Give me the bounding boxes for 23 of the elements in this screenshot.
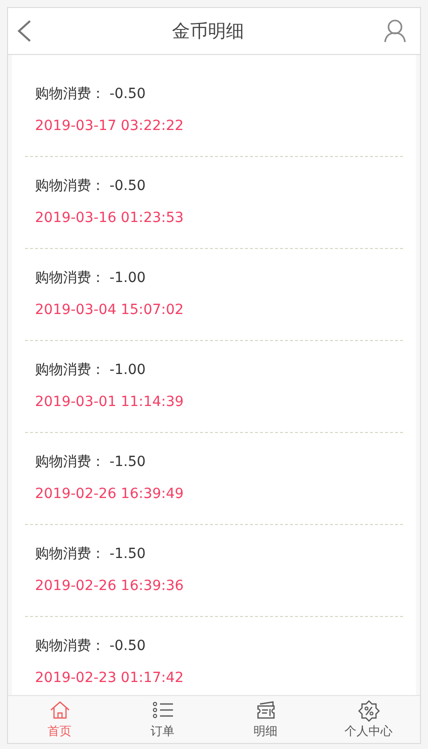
record-time: 2019-03-17 03:22:22 [35,117,185,136]
user-icon[interactable] [384,19,406,43]
record-time: 2019-02-26 16:39:49 [35,485,185,504]
tab-item[interactable]: 明细 [214,696,317,743]
page-title: 金币明细 [172,20,244,44]
record-label: 购物消费： -0.50 [35,85,147,104]
record-label: 购物消费： -1.00 [35,269,147,288]
record-label: 购物消费： -1.00 [35,361,147,380]
record-time: 2019-02-26 16:39:36 [35,577,185,596]
discount-icon [358,700,380,722]
record-label: 购物消费： -0.50 [35,177,147,196]
record-time: 2019-03-16 01:23:53 [35,209,185,228]
back-icon[interactable] [16,19,32,43]
tab-item[interactable]: 订单 [111,696,214,743]
record-time: 2019-03-01 11:14:39 [35,393,185,412]
record-time: 2019-03-04 15:07:02 [35,301,185,320]
home-icon [48,700,70,722]
record-label: 购物消费： -0.50 [35,637,147,656]
record-label: 购物消费： -1.50 [35,453,147,472]
ticket-icon [254,700,276,722]
tab-item[interactable]: 个人中心 [317,696,420,743]
record-label: 购物消费： -1.50 [35,545,147,564]
record-time: 2019-02-23 01:17:42 [35,669,185,688]
